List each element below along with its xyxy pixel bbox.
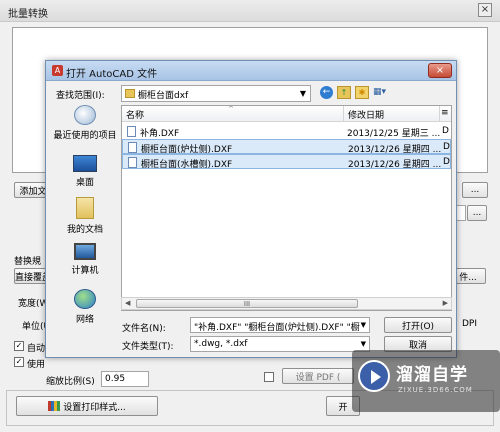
file-list[interactable]: 名称 ^ 修改日期 ≡ 补角.DXF 2013/12/25 星期三 ... D … [121,105,452,311]
scale-input[interactable]: 0.95 [101,371,149,387]
open-button[interactable]: 打开(O) [384,317,452,333]
dxf-file-icon [128,157,137,168]
my-documents-icon [76,197,94,219]
place-label: 计算机 [71,266,99,276]
place-network[interactable]: 网络 [52,289,118,325]
use-label: 使用 [27,360,46,370]
dpi-label: DPI [462,319,478,329]
column-extra[interactable]: ≡ [440,106,451,122]
batch-convert-close-button[interactable]: × [478,3,492,17]
back-icon[interactable]: ← [320,86,333,99]
file-name: 补角.DXF [140,129,180,139]
place-desktop[interactable]: 桌面 [52,155,118,188]
background-more-button-2[interactable]: ... [467,205,487,221]
scale-label: 缩放比例(S) [46,377,95,387]
scroll-thumb[interactable]: III [136,299,358,308]
chevron-down-icon: ▼ [360,321,366,329]
chevron-down-icon: ▼ [299,89,306,98]
dxf-file-icon [128,142,137,153]
column-name[interactable]: 名称 ^ [122,106,344,122]
app-icon: A [52,65,63,76]
place-documents[interactable]: 我的文档 [52,197,118,235]
file-row[interactable]: 橱柜台面(炉灶侧).DXF 2013/12/26 星期四 ... D [122,139,451,155]
background-more-button-1[interactable]: ... [462,182,488,198]
column-name-label: 名称 [126,111,145,121]
new-folder-icon[interactable]: ✱ [355,86,369,99]
filetype-label: 文件类型(T): [122,342,174,352]
chevron-down-icon: ▼ [360,340,366,348]
place-label: 最近使用的项目 [53,131,117,141]
watermark: 溜溜自学 ZIXUE.3D66.COM [352,350,500,412]
lookin-value: 橱柜台面dxf [138,91,189,101]
set-pdf-button[interactable]: 设置 PDF ( [282,368,354,384]
file-row[interactable]: 补角.DXF 2013/12/25 星期三 ... D [122,124,451,139]
filetype-select[interactable]: *.dwg, *.dxf ▼ [190,336,370,352]
horizontal-scrollbar[interactable]: ◀ III ▶ [121,297,452,310]
scroll-left-icon[interactable]: ◀ [125,299,130,307]
place-computer[interactable]: 计算机 [52,243,118,276]
file-name: 橱柜台面(水槽侧).DXF [141,160,233,170]
watermark-brand: 溜溜自学 [396,365,468,385]
place-label: 网络 [75,315,94,325]
auto-checkbox[interactable]: ✓ [14,341,24,351]
filename-value: "补角.DXF" "橱柜台面(炉灶侧).DXF" "橱 [194,323,360,333]
file-date: 2013/12/26 星期四 ... [348,160,442,170]
place-label: 桌面 [75,178,94,188]
print-style-icon [48,401,61,411]
scroll-right-icon[interactable]: ▶ [443,299,448,307]
lookin-select[interactable]: 橱柜台面dxf ▼ [121,85,311,102]
dialog-titlebar: A 打开 AutoCAD 文件 × [46,61,456,81]
set-print-style-button[interactable]: 设置打印样式... [16,396,158,416]
file-extra: D [443,157,450,167]
use-checkbox[interactable]: ✓ [14,357,24,367]
filename-input[interactable]: "补角.DXF" "橱柜台面(炉灶侧).DXF" "橱 ▼ [190,317,370,333]
column-date[interactable]: 修改日期 [344,106,440,122]
place-recent[interactable]: 最近使用的项目 [52,105,118,141]
batch-convert-titlebar: 批量转换 × [0,0,500,22]
file-extra: D [443,142,450,152]
network-icon [74,289,96,309]
lookin-label: 查找范围(I): [56,91,105,101]
set-print-style-label: 设置打印样式... [63,402,126,413]
view-menu-icon[interactable]: ▦▾ [373,86,393,99]
set-pdf-checkbox[interactable] [264,372,274,382]
replace-rule-label: 替换規 [14,257,42,267]
auto-label: 自动 [27,344,46,354]
recent-items-icon [74,105,96,125]
width-label: 宽度(W [18,299,49,309]
dialog-title: 打开 AutoCAD 文件 [66,69,158,80]
places-bar: 最近使用的项目 桌面 我的文档 计算机 网络 [52,105,118,345]
file-row[interactable]: 橱柜台面(水槽侧).DXF 2013/12/26 星期四 ... D [122,154,451,170]
computer-icon [74,243,96,260]
file-extra: D [442,126,449,136]
open-autocad-file-dialog: A 打开 AutoCAD 文件 × 查找范围(I): 橱柜台面dxf ▼ ← ↑… [45,60,457,358]
place-label: 我的文档 [66,225,103,235]
sort-caret-icon: ^ [228,105,234,113]
file-date: 2013/12/25 星期三 ... [347,129,441,139]
filename-label: 文件名(N): [122,324,166,334]
dialog-close-button[interactable]: × [428,63,452,78]
watermark-logo [358,360,390,392]
batch-convert-title: 批量转换 [8,9,48,20]
folder-icon [125,89,135,98]
watermark-url: ZIXUE.3D66.COM [398,386,473,394]
desktop-icon [73,155,97,172]
dxf-file-icon [127,126,136,137]
up-folder-icon[interactable]: ↑ [337,86,351,99]
filetype-value: *.dwg, *.dxf [194,339,248,349]
